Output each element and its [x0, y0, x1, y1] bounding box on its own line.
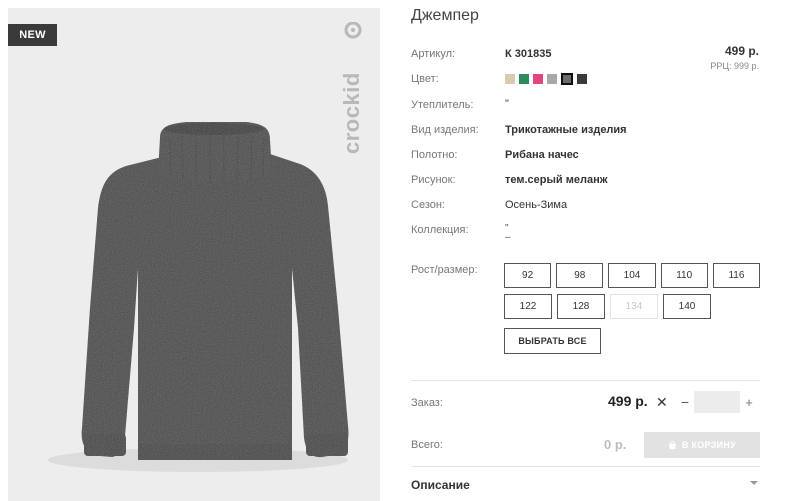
size-option[interactable]: 122	[504, 294, 552, 319]
color-swatch-light-gray[interactable]	[547, 74, 557, 84]
collection-value: " –	[505, 224, 511, 243]
new-badge: NEW	[8, 24, 57, 46]
order-price: 499 р.	[608, 393, 648, 409]
color-swatch-pink[interactable]	[533, 74, 543, 84]
divider	[411, 466, 760, 467]
size-label: Рост/размер:	[411, 264, 478, 276]
collection-label: Коллекция:	[411, 224, 469, 236]
add-to-cart-label: В КОРЗИНУ	[681, 440, 737, 450]
description-toggle[interactable]: Описание	[411, 478, 470, 492]
total-label: Всего:	[411, 439, 443, 451]
size-option-disabled: 134	[610, 294, 658, 319]
brand-logo-text: crockid	[340, 72, 364, 154]
size-row: 122 128 134 140	[504, 294, 760, 319]
insulation-label: Утеплитель:	[411, 99, 474, 111]
quantity-input[interactable]	[694, 391, 740, 413]
divider	[411, 380, 760, 381]
color-swatch-dark-gray[interactable]	[577, 74, 587, 84]
times-icon: ✕	[656, 394, 668, 410]
cart-icon	[668, 440, 676, 449]
type-label: Вид изделия:	[411, 124, 479, 136]
price: 499 р.	[724, 44, 759, 58]
collection-value-line-2: –	[505, 232, 511, 243]
chevron-down-icon[interactable]	[749, 478, 759, 488]
type-value: Трикотажные изделия	[505, 124, 627, 136]
season-label: Сезон:	[411, 199, 445, 211]
pattern-label: Рисунок:	[411, 174, 456, 186]
quantity-decrease-button[interactable]: −	[678, 392, 692, 412]
season-value: Осень-Зима	[505, 199, 568, 211]
order-label: Заказ:	[411, 397, 443, 409]
fabric-value: Рибана начес	[505, 149, 579, 161]
color-label: Цвет:	[411, 73, 439, 85]
size-grid: 92 98 104 110 116 122 128 134 140	[504, 263, 761, 325]
fabric-label: Полотно:	[411, 149, 458, 161]
color-swatches	[505, 73, 587, 85]
product-photo	[48, 122, 349, 472]
product-title: Джемпер	[411, 7, 479, 24]
article-value: К 301835	[505, 48, 552, 60]
size-option[interactable]: 104	[608, 263, 656, 288]
total-value: 0 р.	[604, 437, 627, 452]
article-label: Артикул:	[411, 48, 456, 60]
size-option[interactable]: 110	[660, 263, 708, 288]
size-option[interactable]: 128	[557, 294, 605, 319]
size-option[interactable]: 98	[556, 263, 604, 288]
color-swatch-green[interactable]	[519, 74, 529, 84]
size-option[interactable]: 92	[504, 263, 552, 288]
color-swatch-beige[interactable]	[505, 74, 515, 84]
size-row: 92 98 104 110 116	[504, 263, 761, 288]
pattern-value: тем.серый меланж	[505, 174, 608, 186]
add-to-cart-button[interactable]: В КОРЗИНУ	[644, 432, 760, 458]
quantity-increase-button[interactable]: +	[742, 392, 756, 412]
size-option[interactable]: 116	[712, 263, 761, 288]
insulation-value: "	[505, 98, 509, 110]
brand-logo: crockid	[340, 22, 364, 154]
product-image-panel: NEW crockid	[8, 8, 380, 501]
select-all-button[interactable]: ВЫБРАТЬ ВСЕ	[504, 328, 601, 354]
color-swatch-gray-selected[interactable]	[561, 73, 573, 85]
recommended-price: РРЦ: 999 р.	[710, 61, 759, 71]
size-option[interactable]: 140	[663, 294, 711, 319]
